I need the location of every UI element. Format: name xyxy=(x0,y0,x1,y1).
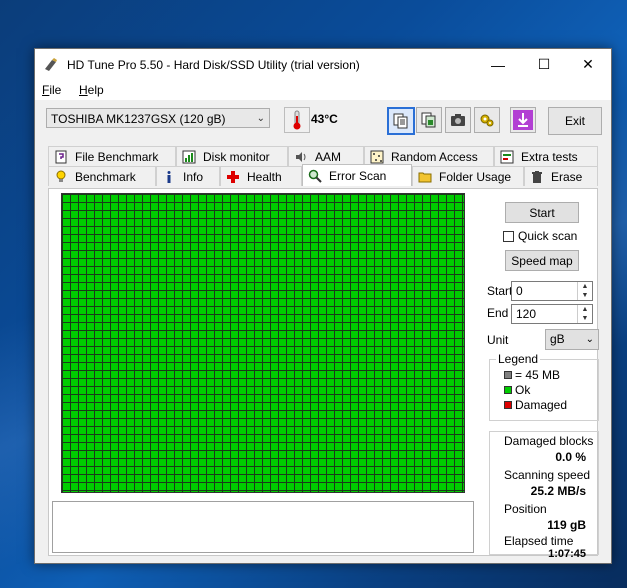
start-spinner-value: 0 xyxy=(516,284,523,298)
lightbulb-icon xyxy=(53,169,69,185)
screenshot-camera-icon[interactable] xyxy=(445,107,471,133)
elapsed-time-value: 1:07:45 xyxy=(548,548,586,560)
random-access-icon xyxy=(369,149,385,165)
health-cross-icon xyxy=(225,169,241,185)
end-spinner[interactable]: 120 ▲ ▼ xyxy=(511,304,593,324)
scanning-speed-label: Scanning speed xyxy=(504,468,591,482)
position-value: 119 gB xyxy=(547,518,586,532)
menu-help[interactable]: Help xyxy=(79,83,104,97)
elapsed-time-label: Elapsed time xyxy=(504,534,574,548)
minimize-button[interactable]: — xyxy=(475,49,521,80)
spinner-arrows-icon[interactable]: ▲ ▼ xyxy=(577,305,592,323)
tab-health[interactable]: Health xyxy=(220,166,302,186)
spinner-arrows-icon[interactable]: ▲ ▼ xyxy=(577,282,592,300)
tab-benchmark[interactable]: Benchmark xyxy=(48,166,156,186)
scan-stats: Damaged blocks 0.0 % Scanning speed 25.2… xyxy=(489,431,599,560)
unit-label: Unit xyxy=(487,333,509,347)
maximize-button[interactable]: ☐ xyxy=(521,49,567,80)
tab-info[interactable]: Info xyxy=(156,166,220,186)
checkbox-box[interactable] xyxy=(503,230,514,242)
position-label: Position xyxy=(504,502,547,516)
close-button[interactable]: ✕ xyxy=(565,49,611,80)
speaker-icon xyxy=(293,149,309,165)
title-bar[interactable]: HD Tune Pro 5.50 - Hard Disk/SSD Utility… xyxy=(35,49,611,80)
file-benchmark-icon xyxy=(53,149,69,165)
legend-title: Legend xyxy=(496,352,541,366)
damaged-blocks-label: Damaged blocks xyxy=(504,434,594,448)
scan-log-area[interactable] xyxy=(52,501,474,553)
scan-block-grid xyxy=(61,193,465,493)
options-gears-icon[interactable] xyxy=(474,107,500,133)
legend-ok: Ok xyxy=(504,383,530,397)
tab-file-benchmark[interactable]: File Benchmark xyxy=(48,146,176,166)
chevron-down-icon: ⌄ xyxy=(256,113,265,124)
extra-tests-icon xyxy=(499,149,515,165)
block-swatch xyxy=(504,371,512,379)
damaged-swatch xyxy=(504,401,512,409)
magnifier-icon xyxy=(307,168,323,184)
app-logo-icon xyxy=(43,57,59,73)
damaged-blocks-value: 0.0 % xyxy=(555,450,586,464)
chevron-down-icon: ⌄ xyxy=(585,334,594,345)
start-button[interactable]: Start xyxy=(505,202,579,223)
drive-select-value: TOSHIBA MK1237GSX (120 gB) xyxy=(51,112,226,126)
save-download-icon[interactable] xyxy=(510,107,536,133)
start-field-label: Start xyxy=(487,284,513,298)
ok-swatch xyxy=(504,386,512,394)
unit-select-value: gB xyxy=(550,332,565,346)
end-spinner-value: 120 xyxy=(516,307,537,321)
disk-monitor-icon xyxy=(181,149,197,165)
quick-scan-label: Quick scan xyxy=(518,229,578,243)
window-title: HD Tune Pro 5.50 - Hard Disk/SSD Utility… xyxy=(67,58,360,72)
exit-button[interactable]: Exit xyxy=(548,107,602,135)
tab-strip: File Benchmark Disk monitor AAM Random A… xyxy=(48,146,598,188)
info-icon xyxy=(161,169,177,185)
toolbar: TOSHIBA MK1237GSX (120 gB) ⌄ 43°C Exit xyxy=(35,100,611,142)
drive-select[interactable]: TOSHIBA MK1237GSX (120 gB) ⌄ xyxy=(46,108,270,128)
tab-erase[interactable]: Erase xyxy=(524,166,598,186)
app-window: HD Tune Pro 5.50 - Hard Disk/SSD Utility… xyxy=(34,48,612,564)
quick-scan-checkbox[interactable]: Quick scan xyxy=(503,229,577,243)
tab-extra-tests[interactable]: Extra tests xyxy=(494,146,598,166)
menu-bar: File Help xyxy=(35,80,611,100)
end-field-label: End xyxy=(487,306,509,320)
menu-file[interactable]: File xyxy=(42,83,61,97)
start-spinner[interactable]: 0 ▲ ▼ xyxy=(511,281,593,301)
tab-aam[interactable]: AAM xyxy=(288,146,364,166)
unit-select[interactable]: gB ⌄ xyxy=(545,329,599,350)
copy-image-button[interactable] xyxy=(416,107,442,133)
thermometer-icon xyxy=(284,107,310,133)
error-scan-panel: Start Quick scan Speed map Start 0 ▲ ▼ En… xyxy=(48,188,599,560)
tab-error-scan[interactable]: Error Scan xyxy=(302,164,412,186)
folder-icon xyxy=(417,169,433,185)
temperature-value: 43°C xyxy=(311,112,338,126)
scanning-speed-value: 25.2 MB/s xyxy=(530,484,586,498)
tab-disk-monitor[interactable]: Disk monitor xyxy=(176,146,288,166)
speed-map-button[interactable]: Speed map xyxy=(505,250,579,271)
legend-group: Legend = 45 MB Ok Damaged xyxy=(489,352,599,421)
tab-folder-usage[interactable]: Folder Usage xyxy=(412,166,524,186)
trash-icon xyxy=(529,169,545,185)
legend-block-size: = 45 MB xyxy=(504,368,560,382)
legend-damaged: Damaged xyxy=(504,398,567,412)
tab-random-access[interactable]: Random Access xyxy=(364,146,494,166)
copy-text-button[interactable] xyxy=(387,107,415,135)
